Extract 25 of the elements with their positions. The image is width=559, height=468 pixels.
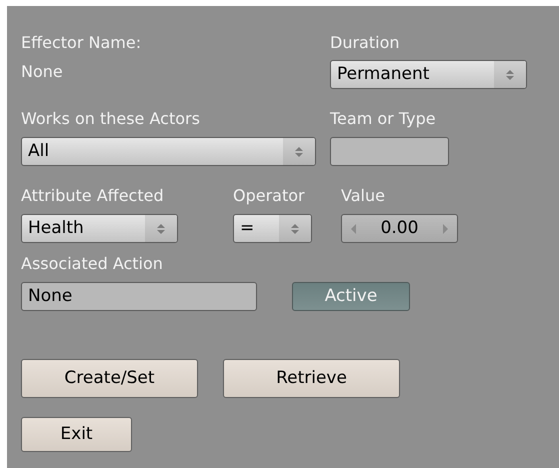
input-field[interactable]	[330, 137, 449, 166]
field-label: Effector Name:	[21, 33, 142, 53]
field-label: Attribute Affected	[21, 186, 165, 206]
up-down-arrows-icon	[156, 222, 166, 236]
dropdown[interactable]: All	[21, 137, 316, 166]
number-field[interactable]: 0.00	[341, 214, 458, 243]
field-label: Operator	[233, 186, 306, 206]
left-arrow-icon[interactable]	[350, 222, 357, 234]
action-button[interactable]: Create/Set	[21, 359, 198, 398]
dropdown[interactable]: Permanent	[330, 60, 527, 89]
field-label: Associated Action	[21, 254, 164, 274]
field-label: Value	[341, 186, 386, 206]
right-arrow-icon[interactable]	[442, 222, 449, 234]
field-label: Duration	[330, 33, 400, 53]
up-down-arrows-icon	[290, 222, 300, 236]
up-down-arrows-icon	[294, 144, 304, 158]
effector-name-value: None	[21, 62, 64, 82]
exit-button[interactable]: Exit	[21, 417, 132, 452]
up-down-arrows-icon	[505, 68, 515, 82]
field-label: Works on these Actors	[21, 109, 201, 129]
input-field[interactable]: None	[21, 282, 257, 311]
field-label: Team or Type	[330, 109, 437, 129]
dropdown[interactable]: =	[233, 214, 312, 243]
action-button[interactable]: Retrieve	[223, 359, 400, 398]
dropdown[interactable]: Health	[21, 214, 178, 243]
